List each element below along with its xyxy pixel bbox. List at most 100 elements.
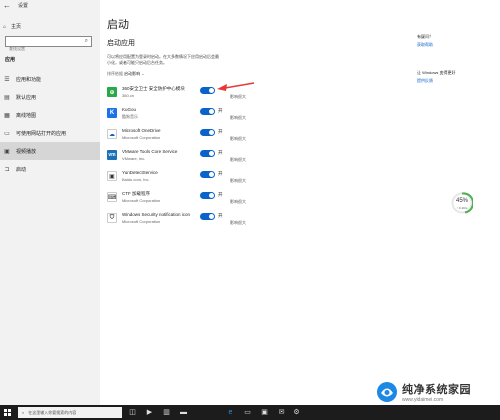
gauge-percent: 45% [455, 198, 468, 204]
page-title: 启动 [107, 19, 129, 31]
sidebar-item-web-apps[interactable]: ▭ 可使用网站打开的应用 [0, 124, 100, 142]
default-apps-icon: ▤ [4, 94, 10, 101]
app-publisher: Baidu.com, Inc. [122, 177, 150, 182]
app-publisher: Microsoft Corporation [122, 219, 161, 224]
windows-start-icon[interactable] [4, 409, 11, 416]
startup-toggle[interactable] [200, 192, 215, 199]
task-view-icon[interactable]: ◫ [128, 408, 137, 417]
startup-toggle[interactable] [200, 108, 215, 115]
sort-dropdown[interactable]: 启动影响 [124, 71, 140, 76]
vmware-app-icon: vm [107, 150, 117, 160]
folder-icon[interactable]: ▭ [243, 408, 252, 417]
home-icon: ⌂ [3, 23, 7, 30]
startup-app-row: ⛉ Windows Security notification icon Mic… [107, 212, 257, 231]
sidebar-item-label: 启动 [16, 166, 27, 173]
app-publisher: 酷狗音乐 [122, 114, 138, 119]
startup-impact: 影响很大 [230, 136, 246, 141]
search-icon: ⌕ [22, 410, 25, 415]
startup-toggle[interactable] [200, 213, 215, 220]
folder-icon[interactable]: ▬ [179, 408, 188, 417]
home-link[interactable]: ⌂ 主页 [3, 23, 22, 31]
sidebar-item-label: 默认应用 [16, 94, 37, 101]
startup-app-row: ☁ Microsoft OneDrive Microsoft Corporati… [107, 128, 257, 147]
watermark-logo-icon [377, 382, 397, 402]
help-panel: 有疑问？ 获取帮助 [417, 34, 433, 48]
edge-browser-icon[interactable]: e [226, 408, 235, 417]
chevron-down-icon: ⌄ [141, 71, 145, 76]
startup-app-row: K KuGou 酷狗音乐 开 影响很大 [107, 107, 257, 126]
sort-label: 排序依据 [107, 71, 123, 76]
settings-search[interactable]: ⌕ [5, 36, 92, 53]
taskbar-search-placeholder: 在这里输入你要搜索的内容 [28, 409, 77, 415]
give-feedback-link[interactable]: 提供反馈 [417, 78, 455, 84]
sidebar-item-label: 视频播放 [16, 148, 37, 155]
app-publisher: 360.cn [122, 93, 135, 98]
toggle-state-label: 开 [218, 108, 223, 113]
search-input[interactable] [6, 44, 79, 53]
watermark-url: www.yidaimei.com [402, 397, 444, 403]
startup-toggle[interactable] [200, 129, 215, 136]
taskbar-search[interactable]: ⌕ 在这里输入你要搜索的内容 [18, 407, 122, 418]
help-question: 有疑问？ [417, 34, 433, 39]
startup-impact: 影响很大 [230, 178, 246, 183]
sidebar-item-offline-maps[interactable]: ▦ 离线地图 [0, 106, 100, 124]
shield-app-icon: ⛉ [107, 213, 117, 223]
main-content: 启动 启动应用 可以将应用配置为登录时启动。在大多数情况下应用启动后会最小化，或… [100, 0, 500, 405]
startup-icon: ⊐ [4, 166, 10, 173]
app-name: Windows Security notification icon [122, 212, 191, 217]
mail-icon[interactable]: ✉ [277, 408, 286, 417]
app-name: Microsoft OneDrive [122, 128, 161, 133]
startup-apps-heading: 启动应用 [107, 40, 135, 47]
gauge-speed: ↑ 0.1K/s [456, 206, 468, 210]
startup-toggle[interactable] [200, 171, 215, 178]
app-name: 360安全卫士 安全防护中心模块 [122, 86, 185, 91]
startup-toggle[interactable] [200, 87, 215, 94]
app-name: CTF 加载程序 [122, 191, 150, 196]
startup-toggle[interactable] [200, 150, 215, 157]
sidebar-item-apps-features[interactable]: ☰ 应用和功能 [0, 70, 100, 88]
app-name: KuGou [122, 107, 137, 112]
toggle-state-label: 开 [218, 129, 223, 134]
improve-windows-text: 让 Windows 变得更好 [417, 70, 456, 75]
kugou-app-icon: K [107, 108, 117, 118]
startup-app-row: vm VMware Tools Core Service VMware, Inc… [107, 149, 257, 168]
startup-impact: 影响很大 [230, 220, 246, 225]
taskbar: ⌕ 在这里输入你要搜索的内容 ◫ ▶ ▥ ▬ e ▭ ▣ ✉ ⚙ [0, 405, 500, 420]
map-icon: ▦ [4, 112, 10, 119]
yundetect-app-icon: ▣ [107, 171, 117, 181]
store-icon[interactable]: ▥ [162, 408, 171, 417]
app-publisher: Microsoft Corporation [122, 198, 161, 203]
app-publisher: VMware, Inc. [122, 156, 146, 161]
title-bar: ← 设置 [0, 0, 100, 12]
startup-impact: 影响很大 [230, 115, 246, 120]
app-publisher: Microsoft Corporation [122, 135, 161, 140]
toggle-state-label: 开 [218, 171, 223, 176]
sidebar-item-label: 离线地图 [16, 112, 37, 119]
startup-impact: 影响很大 [230, 199, 246, 204]
app-name: YunDetectService [122, 170, 158, 175]
media-player-icon[interactable]: ▶ [145, 408, 154, 417]
web-apps-icon: ▭ [4, 130, 10, 137]
sidebar-item-default-apps[interactable]: ▤ 默认应用 [0, 88, 100, 106]
list-icon: ☰ [4, 76, 10, 83]
red-annotation-arrow [217, 82, 255, 91]
startup-app-row: ▣ YunDetectService Baidu.com, Inc. 开 影响很… [107, 170, 257, 189]
sidebar: ← 设置 ⌂ 主页 ⌕ 应用 ☰ 应用和功能 ▤ 默认应用 ▦ 离线地图 ▭ 可… [0, 0, 100, 405]
startup-description: 可以将应用配置为登录时启动。在大多数情况下应用启动后会最小化，或者可能只启动后台… [107, 54, 219, 65]
back-arrow-icon[interactable]: ← [3, 1, 11, 10]
get-help-link[interactable]: 获取帮助 [417, 42, 433, 48]
home-label: 主页 [11, 24, 22, 30]
toggle-state-label: 开 [218, 213, 223, 218]
sort-row[interactable]: 排序依据 启动影响 ⌄ [107, 71, 145, 77]
sidebar-item-video-playback[interactable]: ▣ 视频播放 [0, 142, 100, 160]
settings-gear-icon[interactable]: ⚙ [292, 408, 301, 417]
startup-app-row: ⌨ CTF 加载程序 Microsoft Corporation 开 影响很大 [107, 191, 257, 210]
toggle-state-label: 开 [218, 150, 223, 155]
360-app-icon: ⊕ [107, 87, 117, 97]
section-title: 应用 [5, 57, 16, 63]
search-icon[interactable]: ⌕ [85, 38, 88, 45]
sidebar-item-startup[interactable]: ⊐ 启动 [0, 160, 100, 178]
store-icon[interactable]: ▣ [260, 408, 269, 417]
toggle-state-label: 开 [218, 192, 223, 197]
ctf-app-icon: ⌨ [107, 192, 117, 202]
